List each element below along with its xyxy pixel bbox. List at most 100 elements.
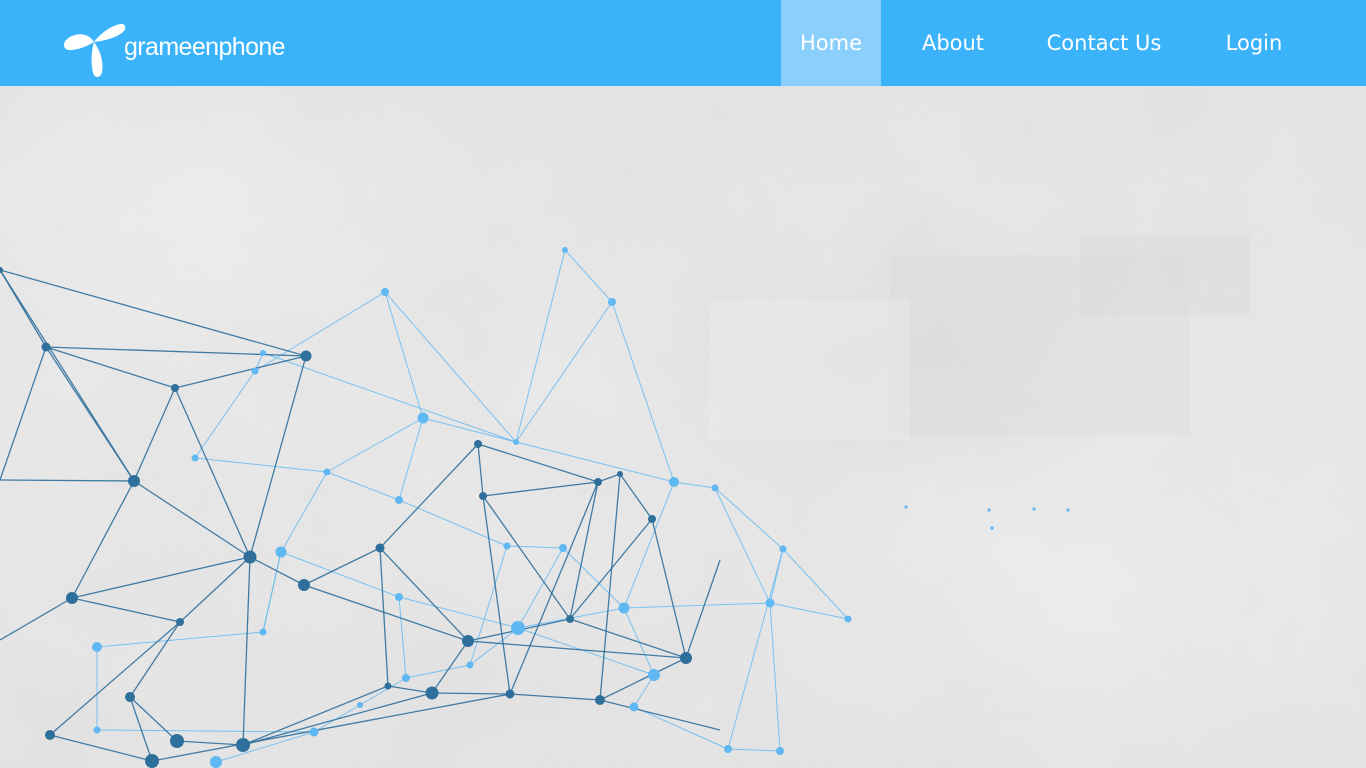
network-link (623, 602, 771, 609)
network-link (599, 657, 687, 701)
network-link (562, 547, 625, 609)
network-link (422, 417, 517, 443)
network-node (384, 682, 392, 690)
network-link (194, 370, 256, 459)
network-node (680, 652, 692, 664)
network-link (782, 548, 849, 620)
network-link (242, 556, 251, 746)
network-link (769, 602, 849, 620)
network-link (176, 740, 244, 746)
network-link (174, 355, 307, 389)
network-node (503, 542, 511, 550)
network-link (384, 291, 424, 419)
network-link (599, 699, 721, 731)
network-node (648, 669, 660, 681)
network-link (509, 481, 599, 695)
network-link (482, 481, 599, 497)
network-node (357, 702, 363, 708)
network-link (326, 471, 400, 501)
network-node (559, 544, 567, 552)
network-node (562, 247, 568, 253)
network-link (685, 559, 721, 659)
network-link (280, 471, 328, 553)
network-node (711, 484, 719, 492)
network-node (1066, 508, 1070, 512)
network-link (249, 355, 307, 558)
network-link (467, 640, 687, 659)
network-link (194, 457, 328, 473)
network-link (0, 346, 47, 481)
nav-about[interactable]: About (881, 0, 1025, 86)
network-link (769, 602, 781, 752)
network-node (765, 598, 775, 608)
brand-logo[interactable]: grameenphone (60, 18, 286, 80)
network-link (405, 664, 471, 679)
network-link (71, 597, 181, 623)
network-node (45, 730, 55, 740)
network-node (513, 439, 519, 445)
network-node (1032, 507, 1036, 511)
network-link (623, 607, 655, 676)
network-link (714, 487, 784, 550)
network-node (395, 496, 403, 504)
network-link (398, 417, 424, 501)
network-link (0, 597, 73, 641)
network-node (669, 477, 679, 487)
network-link (133, 387, 176, 482)
network-link (359, 677, 407, 706)
top-navbar: grameenphone Home About Contact Us Login (0, 0, 1366, 86)
nav-contact-us[interactable]: Contact Us (1025, 0, 1183, 86)
network-node (145, 754, 159, 768)
network-link (611, 301, 675, 483)
brand-name: grameenphone (124, 32, 286, 61)
nav-home[interactable]: Home (781, 0, 881, 86)
network-node (375, 543, 385, 553)
network-node (323, 468, 331, 476)
network-link (384, 291, 517, 443)
network-node (0, 267, 3, 273)
network-node (594, 478, 602, 486)
network-node (236, 738, 250, 752)
network-link (398, 596, 407, 679)
network-link (482, 495, 571, 620)
network-node (844, 615, 852, 623)
network-link (515, 441, 675, 483)
network-link (727, 548, 784, 750)
network-link (49, 621, 181, 736)
network-node (170, 734, 184, 748)
network-node (128, 475, 140, 487)
network-node (987, 508, 991, 512)
network-node (243, 550, 257, 564)
network-node (298, 579, 310, 591)
network-node (260, 350, 266, 356)
network-link (515, 301, 613, 443)
network-node (125, 692, 135, 702)
network-link (651, 518, 687, 659)
network-link (482, 495, 511, 695)
network-link (509, 693, 601, 701)
network-link (45, 346, 176, 389)
network-link (379, 443, 479, 549)
nav-login[interactable]: Login (1183, 0, 1325, 86)
network-link (469, 627, 519, 666)
network-link (71, 480, 135, 599)
network-link (469, 545, 508, 666)
network-node (417, 412, 429, 424)
network-link (96, 631, 264, 648)
network-link (714, 487, 771, 604)
network-node (176, 618, 184, 626)
network-node (617, 471, 623, 477)
network-node (474, 440, 482, 448)
network-link (506, 545, 564, 549)
network-node (511, 621, 525, 635)
network-node (171, 384, 179, 392)
network-node (395, 593, 403, 601)
network-link (262, 352, 517, 443)
network-link (45, 346, 307, 357)
network-link (249, 556, 305, 586)
network-link (242, 692, 433, 746)
network-node (466, 661, 474, 669)
network-link (49, 734, 153, 762)
telenor-propeller-icon (64, 23, 126, 78)
network-link (477, 443, 599, 483)
